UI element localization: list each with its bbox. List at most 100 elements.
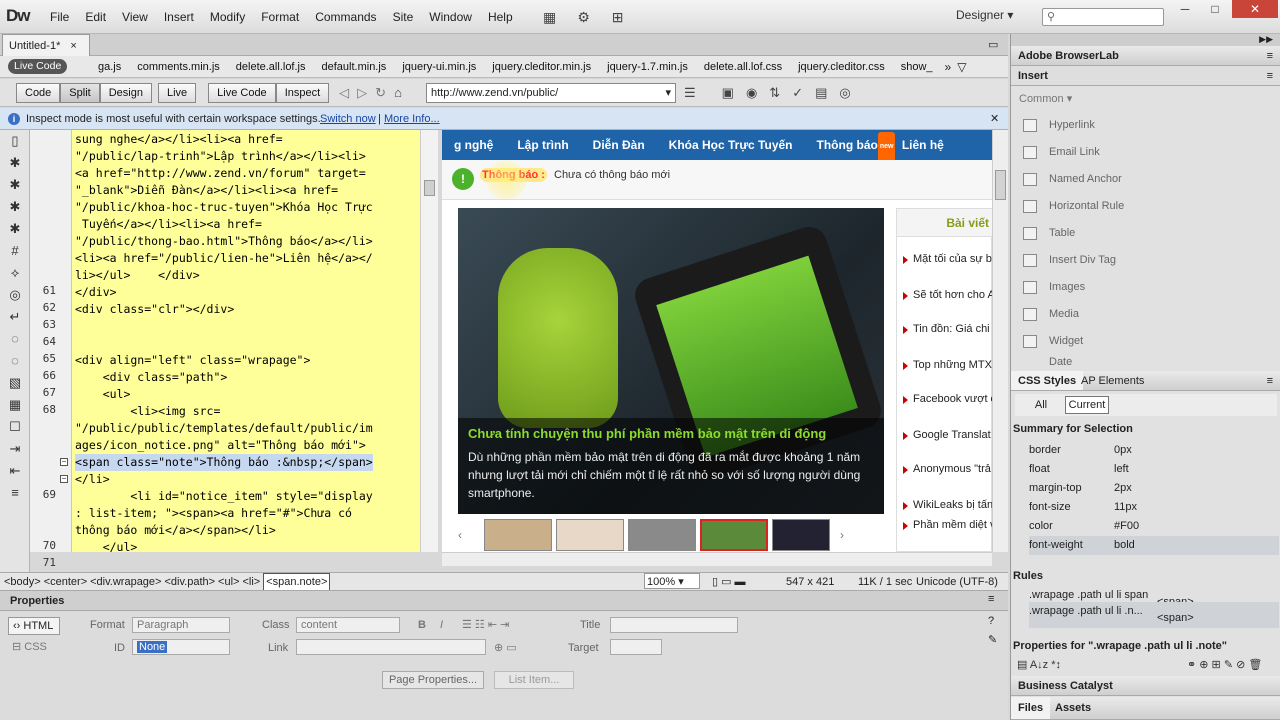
insert-horizontal-rule[interactable]: Horizontal Rule	[1019, 193, 1269, 220]
code-line[interactable]: <span class="note">Thông báo :&nbsp;</sp…	[75, 454, 373, 471]
window-size-icon[interactable]: ▯ ▭ ▬	[712, 574, 746, 590]
help-search-input[interactable]: ⚲	[1042, 8, 1164, 26]
select-parent-icon[interactable]: ✱	[0, 196, 30, 218]
document-tab[interactable]: Untitled-1* ×	[2, 34, 90, 56]
related-file[interactable]: jquery-ui.min.js	[394, 56, 484, 78]
sidebar-article[interactable]: Google Translat tiếp từ camera	[901, 429, 992, 442]
browser-preview-icon[interactable]: ◉	[746, 85, 757, 101]
code-line[interactable]: "/public/public/templates/default/public…	[75, 420, 373, 437]
layout-icon[interactable]: ▦	[539, 7, 561, 27]
close-button[interactable]: ✕	[1232, 0, 1278, 18]
css-property-row[interactable]: font-weight bold	[1029, 536, 1279, 555]
forward-icon[interactable]: ▷	[357, 85, 367, 101]
multiscreen-icon[interactable]: ▣	[722, 85, 734, 101]
page-properties-button[interactable]: Page Properties...	[382, 671, 484, 689]
remove-comment-icon[interactable]: ◌	[0, 350, 30, 372]
panel-menu-icon[interactable]: ≡	[1267, 371, 1273, 391]
insert-hyperlink[interactable]: Hyperlink	[1019, 112, 1269, 139]
sidebar-article[interactable]: Phần mềm diệt v loạt máy tính bị	[901, 519, 992, 532]
featured-banner[interactable]: Chưa tính chuyện thu phí phần mềm bảo mậ…	[458, 208, 886, 514]
tag-selector[interactable]: <li>	[242, 574, 260, 590]
inspect-button[interactable]: Inspect	[275, 82, 330, 103]
validate-icon[interactable]: ◎	[839, 85, 850, 101]
bold-button[interactable]: B	[418, 619, 426, 631]
title-input[interactable]	[610, 617, 738, 633]
code-line[interactable]: : list-item; "><span><a href="#">Chưa có	[75, 505, 352, 522]
insert-date[interactable]: Date	[1019, 355, 1269, 369]
sidebar-article[interactable]: Tin đồn: Giá chi 199,99 USD	[901, 323, 992, 336]
insert-email-link[interactable]: Email Link	[1019, 139, 1269, 166]
code-line[interactable]: <a href="http://www.zend.vn/forum" targe…	[75, 165, 366, 182]
scroll-thumb[interactable]	[995, 170, 1006, 200]
insert-div-tag[interactable]: Insert Div Tag	[1019, 247, 1269, 274]
site-manager-icon[interactable]: ⊞	[607, 7, 629, 27]
files-tab[interactable]: Files	[1011, 697, 1051, 719]
nav-item[interactable]: Liên hệ	[890, 130, 956, 160]
related-file[interactable]: delete.all.lof.js	[228, 56, 314, 78]
italic-button[interactable]: I	[440, 619, 443, 631]
tag-selector[interactable]: <ul>	[218, 574, 239, 590]
tag-selector-active[interactable]: <span.note>	[263, 572, 331, 591]
menu-commands[interactable]: Commands	[307, 0, 384, 34]
format-select[interactable]: Paragraph	[132, 617, 230, 633]
code-editor[interactable]: sung nghe</a></li><li><a href= "/public/l…	[72, 130, 420, 552]
zoom-select[interactable]: 100% ▾	[644, 573, 700, 589]
menu-file[interactable]: File	[42, 0, 77, 34]
live-code-button[interactable]: Live Code	[208, 82, 276, 103]
menu-format[interactable]: Format	[253, 0, 307, 34]
css-rule-row[interactable]: .wrapage .path ul li .n... <span>	[1029, 602, 1279, 628]
thumbnail[interactable]	[484, 519, 552, 551]
code-line[interactable]: ages/icon_notice.png" alt="Thông báo mới…	[75, 437, 366, 454]
filter-icon[interactable]: ▽	[957, 60, 966, 74]
word-wrap-icon[interactable]: ↵	[0, 306, 30, 328]
format-source-icon[interactable]: ≡	[0, 482, 30, 504]
tag-selector[interactable]: <center>	[44, 574, 87, 590]
css-property-row[interactable]: float left	[1029, 460, 1279, 479]
browserlab-header[interactable]: Adobe BrowserLab ≡	[1011, 46, 1280, 66]
insert-category-select[interactable]: Common ▾	[1019, 92, 1072, 105]
close-tab-icon[interactable]: ×	[70, 36, 76, 56]
code-line[interactable]: </div>	[75, 284, 117, 301]
code-line[interactable]: <li id="notice_item" style="display	[75, 488, 372, 505]
point-to-file-icon[interactable]: ⊕ ▭	[494, 641, 517, 654]
design-view-button[interactable]: Design	[99, 82, 152, 103]
wrap-tag-icon[interactable]: ▧	[0, 372, 30, 394]
css-styles-tab[interactable]: CSS Styles	[1011, 371, 1084, 390]
business-catalyst-header[interactable]: Business Catalyst	[1011, 676, 1280, 696]
thumbnail[interactable]	[700, 519, 768, 551]
next-icon[interactable]: ›	[840, 528, 844, 542]
related-file[interactable]: jquery.cleditor.min.js	[484, 56, 599, 78]
banner-title[interactable]: Chưa tính chuyện thu phí phần mềm bảo mậ…	[468, 426, 826, 441]
target-select[interactable]	[610, 639, 662, 655]
code-line[interactable]: <ul>	[75, 386, 131, 403]
sidebar-article[interactable]: Facebook vượt chia sẻ video lớ	[901, 393, 992, 406]
code-line[interactable]: "/public/lap-trinh">Lập trình</a></li><l…	[75, 148, 366, 165]
panel-menu-icon[interactable]: ≡	[988, 593, 994, 605]
maximize-button[interactable]: □	[1200, 0, 1230, 18]
current-button[interactable]: Current	[1065, 396, 1109, 414]
related-file[interactable]: show_	[893, 56, 935, 78]
related-file[interactable]: comments.min.js	[129, 56, 228, 78]
tag-selector[interactable]: <div.path>	[164, 574, 215, 590]
insert-header[interactable]: Insert ≡	[1011, 66, 1280, 86]
address-input[interactable]: http://www.zend.vn/public/ ▾	[426, 83, 676, 103]
menu-edit[interactable]: Edit	[77, 0, 114, 34]
line-numbers-icon[interactable]: #	[0, 240, 30, 262]
nav-item[interactable]: Diễn Đàn	[581, 130, 657, 160]
code-line[interactable]: "/public/khoa-hoc-truc-tuyen">Khóa Học T…	[75, 199, 373, 216]
refresh-icon[interactable]: ↻	[375, 85, 386, 101]
expand-icon[interactable]: ✱	[0, 174, 30, 196]
code-scrollbar[interactable]	[420, 130, 438, 552]
insert-media[interactable]: Media	[1019, 301, 1269, 328]
all-button[interactable]: All	[1019, 396, 1063, 414]
css-property-row[interactable]: margin-top 2px	[1029, 479, 1279, 498]
open-documents-icon[interactable]: ▯	[0, 130, 30, 152]
css-view-icons[interactable]: ▤ A↓z *↕	[1017, 658, 1061, 671]
live-scrollbar[interactable]	[992, 130, 1008, 552]
prev-icon[interactable]: ‹	[458, 528, 484, 542]
visual-aids-icon[interactable]: ▤	[815, 85, 827, 101]
sidebar-article[interactable]: Top những MTX bán	[901, 359, 992, 372]
gear-icon[interactable]: ⚙	[573, 7, 595, 27]
syntax-error-icon[interactable]: ◎	[0, 284, 30, 306]
nav-item[interactable]: Lập trình	[505, 130, 580, 160]
